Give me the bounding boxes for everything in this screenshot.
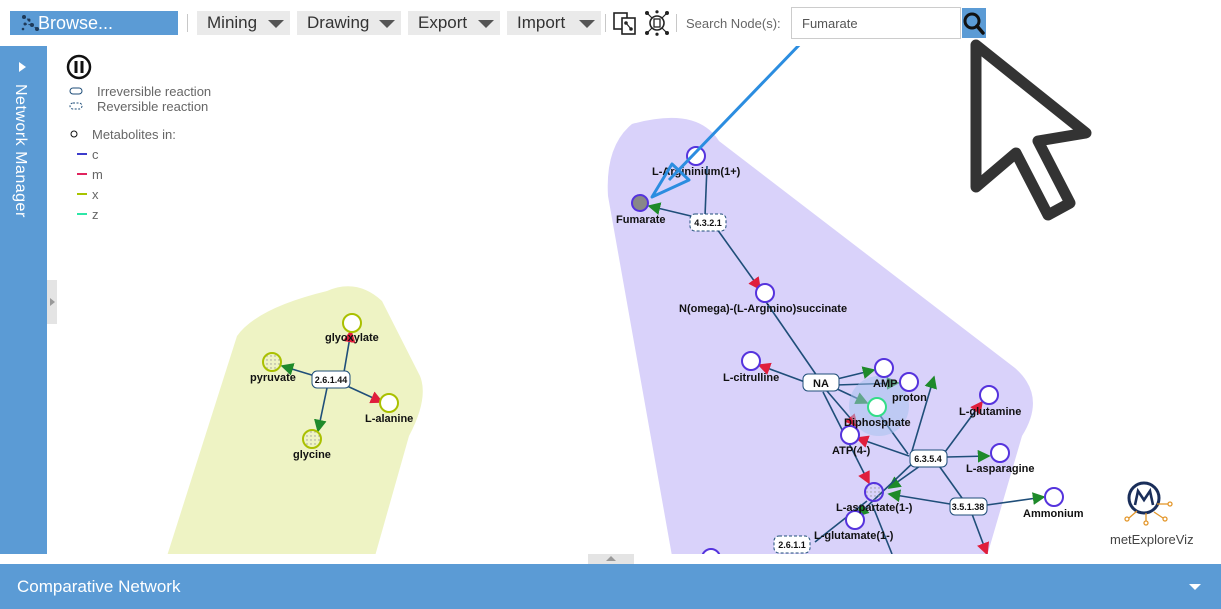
metabolite-label: Fumarate xyxy=(616,214,666,226)
metabolite-node[interactable] xyxy=(874,358,894,378)
metabolite-node[interactable] xyxy=(1044,487,1064,507)
search-label: Search Node(s): xyxy=(686,16,781,31)
metabolite-label: L-alanine xyxy=(365,413,413,425)
network-layout-icon[interactable] xyxy=(644,10,670,36)
reversible-reaction-icon xyxy=(69,102,83,110)
metabolite-label: glycine xyxy=(293,449,331,461)
metabolite-node[interactable] xyxy=(379,393,399,413)
toolbar-separator xyxy=(676,14,677,32)
legend-compartment-c: c xyxy=(92,147,99,162)
metabolite-node[interactable] xyxy=(686,146,706,166)
pause-icon[interactable] xyxy=(66,54,92,80)
toolbar-separator xyxy=(187,14,188,32)
reaction-node[interactable]: 4.3.2.1 xyxy=(689,213,727,232)
logo-text: metExploreViz xyxy=(1110,532,1194,547)
metabolite-node[interactable] xyxy=(755,283,775,303)
chevron-down-icon[interactable] xyxy=(1189,584,1201,590)
menu-mining-label: Mining xyxy=(207,13,258,32)
reaction-node[interactable]: 3.5.1.38 xyxy=(949,497,988,516)
reaction-label: 3.5.1.38 xyxy=(952,502,985,512)
toolbar: Browse... Mining Drawing Export Import S… xyxy=(0,0,1221,46)
metexploreviz-logo: metExploreViz xyxy=(1110,481,1194,547)
metabolite-label: glyoxylate xyxy=(325,332,379,344)
metabolite-node[interactable] xyxy=(867,397,887,417)
reaction-node[interactable]: 6.3.5.4 xyxy=(909,449,948,468)
irreversible-reaction-icon xyxy=(69,87,83,95)
legend-compartment-m: m xyxy=(92,167,103,182)
chevron-down-icon xyxy=(268,20,284,28)
search-node-input[interactable] xyxy=(791,7,961,39)
comparative-network-title: Comparative Network xyxy=(17,577,181,596)
metabolite-label: AMP xyxy=(873,378,897,390)
legend-reversible: Reversible reaction xyxy=(97,99,208,114)
reaction-node[interactable]: 2.6.1.44 xyxy=(311,370,351,389)
metabolite-label: L-asparagine xyxy=(966,463,1034,475)
metabolite-icon xyxy=(70,130,78,138)
search-button[interactable] xyxy=(962,8,986,38)
reaction-label: 4.3.2.1 xyxy=(694,218,722,228)
reaction-label: 2.6.1.1 xyxy=(778,540,806,550)
menu-mining[interactable]: Mining xyxy=(197,11,290,35)
menu-drawing[interactable]: Drawing xyxy=(297,11,401,35)
metabolite-label: ATP(4-) xyxy=(832,445,871,457)
network-graph[interactable]: Irreversible reaction Reversible reactio… xyxy=(57,46,1221,554)
menu-import[interactable]: Import xyxy=(507,11,601,35)
menu-import-label: Import xyxy=(517,13,566,32)
legend-irreversible: Irreversible reaction xyxy=(97,84,211,99)
reaction-node[interactable]: 2.6.1.1 xyxy=(773,535,811,554)
comparative-network-panel[interactable]: Comparative Network xyxy=(0,564,1221,609)
reaction-label: 2.6.1.44 xyxy=(315,375,348,385)
metabolite-node[interactable] xyxy=(990,443,1010,463)
metabolite-label: L-citrulline xyxy=(723,372,779,384)
side-panel-collapse-handle[interactable] xyxy=(47,280,57,324)
menu-export[interactable]: Export xyxy=(408,11,500,35)
chevron-down-icon xyxy=(379,20,395,28)
bottom-panel-collapse-handle[interactable] xyxy=(588,554,634,564)
browse-button[interactable]: Browse... xyxy=(10,11,178,35)
metabolite-label: L-aspartate(1-) xyxy=(836,502,913,514)
metabolite-node[interactable] xyxy=(741,351,761,371)
metabolite-label: L-glutamate(1-) xyxy=(814,530,894,542)
chevron-down-icon xyxy=(478,20,494,28)
metabolite-label: proton xyxy=(892,392,927,404)
chevron-down-icon xyxy=(579,20,595,28)
metabolite-label: pyruvate xyxy=(250,372,296,384)
metabolite-label: L-glutamine xyxy=(959,406,1021,418)
reaction-label: NA xyxy=(813,378,829,390)
metabolite-node[interactable] xyxy=(864,482,884,502)
legend-metabolites-in: Metabolites in: xyxy=(92,127,176,142)
legend: Irreversible reaction Reversible reactio… xyxy=(66,54,211,222)
menu-export-label: Export xyxy=(418,13,468,32)
network-manager-label: Network Manager xyxy=(12,84,29,218)
metabolite-node[interactable] xyxy=(342,313,362,333)
network-canvas[interactable]: Irreversible reaction Reversible reactio… xyxy=(57,46,1221,554)
metabolite-node[interactable] xyxy=(899,372,919,392)
metabolite-label: Ammonium xyxy=(1023,508,1084,520)
metabolite-node-selected[interactable] xyxy=(631,194,649,212)
metabolite-node[interactable] xyxy=(262,352,282,372)
search-icon xyxy=(963,12,985,35)
copy-network-icon[interactable] xyxy=(612,10,638,36)
reaction-label: 6.3.5.4 xyxy=(914,454,942,464)
menu-drawing-label: Drawing xyxy=(307,13,370,32)
toolbar-separator xyxy=(605,14,606,32)
metabolite-node[interactable] xyxy=(979,385,999,405)
metabolite-node[interactable] xyxy=(302,429,322,449)
metabolite-label: Diphosphate xyxy=(844,417,911,429)
cluster-purple xyxy=(607,117,1033,554)
metabolite-label: N(omega)-(L-Arginino)succinate xyxy=(679,303,847,315)
legend-compartment-x: x xyxy=(92,187,99,202)
legend-compartment-z: z xyxy=(92,207,99,222)
reaction-node[interactable]: NA xyxy=(802,373,840,392)
network-browse-icon xyxy=(21,15,39,31)
expand-arrow-icon[interactable] xyxy=(19,62,26,72)
network-manager-panel[interactable]: Network Manager xyxy=(0,46,47,554)
browse-label: Browse... xyxy=(38,12,114,33)
